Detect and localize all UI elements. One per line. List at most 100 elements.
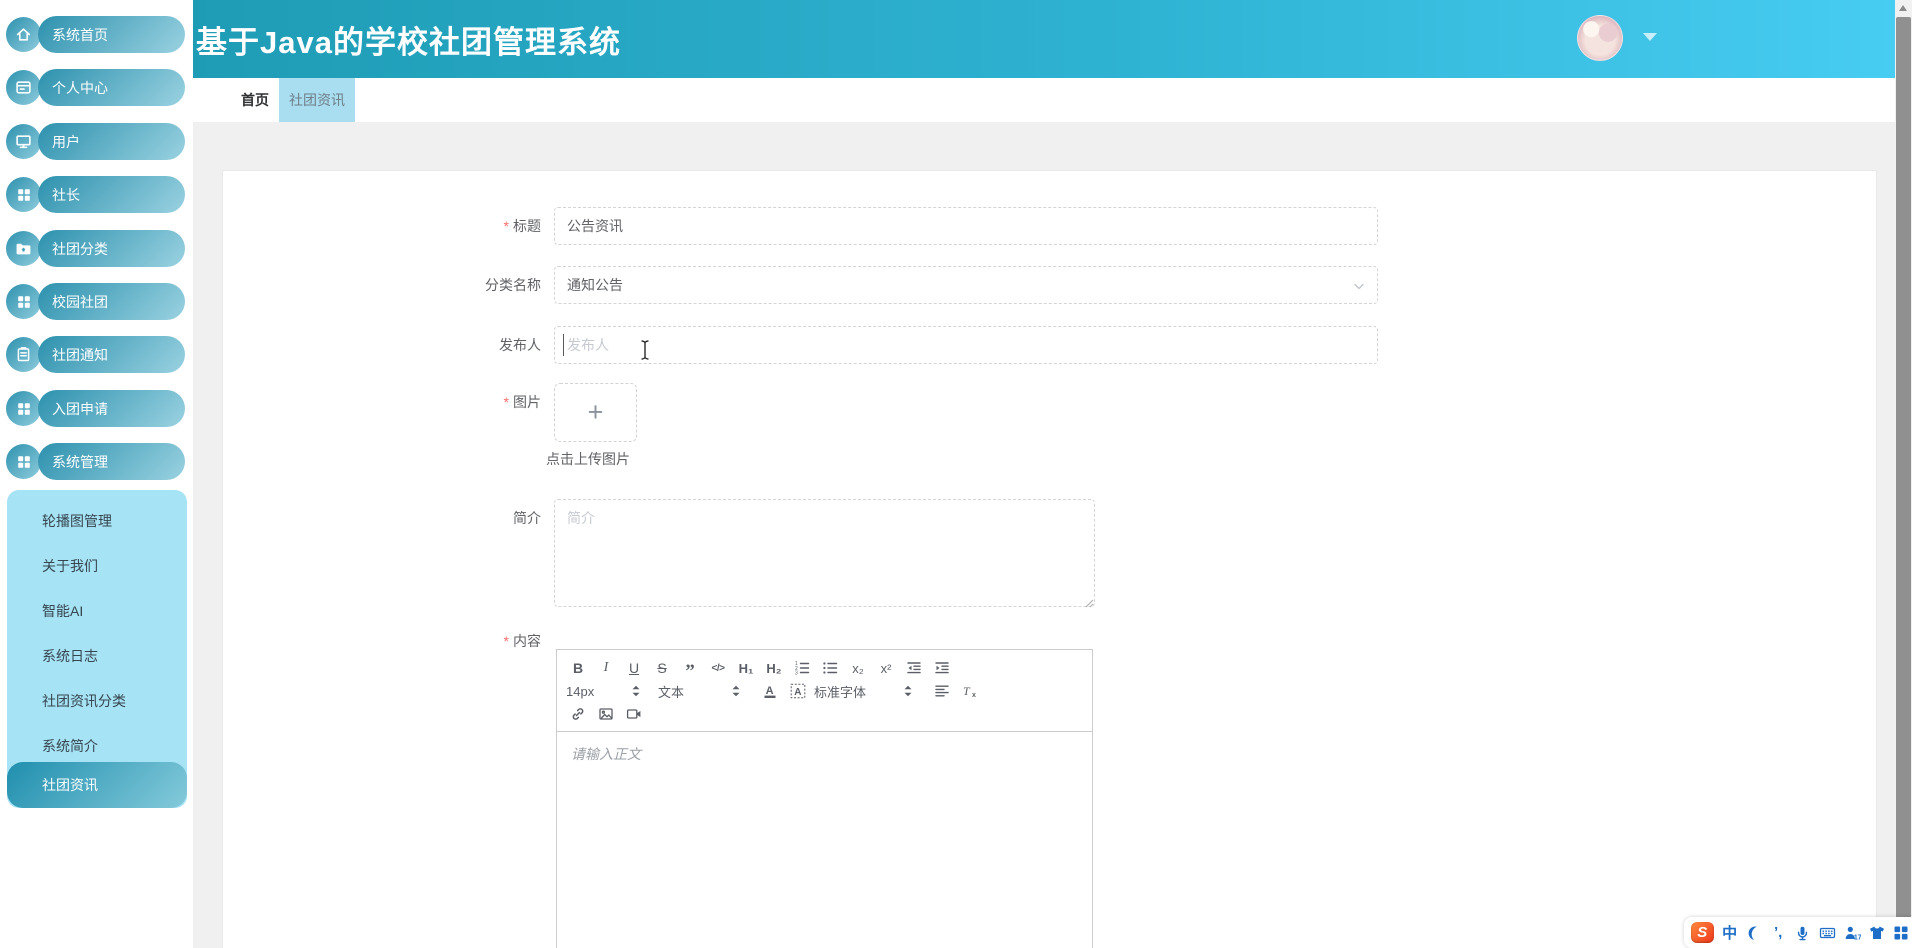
- publisher-input[interactable]: [554, 326, 1378, 364]
- submenu-item-ai[interactable]: 智能AI: [7, 596, 187, 626]
- sidebar-item-campus-club[interactable]: 校园社团: [0, 283, 193, 320]
- title-input[interactable]: [554, 207, 1378, 245]
- chevron-down-icon: [1351, 278, 1367, 294]
- colorA-icon: A: [762, 683, 778, 699]
- underline-button[interactable]: U: [622, 658, 646, 678]
- clearfmt-icon: Tx: [961, 683, 979, 699]
- punctuation-button[interactable]: ’,: [1770, 923, 1786, 943]
- sidebar-item-category[interactable]: 社团分类: [0, 230, 193, 267]
- align-button[interactable]: [930, 681, 954, 701]
- tab-club-news[interactable]: 社团资讯: [279, 78, 355, 122]
- home-icon: [6, 17, 41, 52]
- sidebar-item-label: 个人中心: [52, 79, 108, 96]
- strike-button[interactable]: S: [650, 658, 674, 678]
- ordered-list-button[interactable]: 123: [790, 658, 814, 678]
- submenu-item-banner[interactable]: 轮播图管理: [7, 506, 187, 536]
- publisher-label: 发布人: [499, 337, 541, 353]
- plus-icon: +: [587, 397, 604, 427]
- superscript-button[interactable]: x²: [874, 658, 898, 678]
- scrollbar-thumb[interactable]: [1896, 17, 1911, 931]
- voice-input-icon[interactable]: [1794, 923, 1810, 943]
- submenu-item-system-intro[interactable]: 系统简介: [7, 731, 187, 761]
- grid-icon: [6, 284, 41, 319]
- night-mode-icon[interactable]: [1746, 923, 1762, 943]
- heading-select[interactable]: 文本: [658, 681, 742, 701]
- submenu-item-club-news-selected[interactable]: 社团资讯: [7, 762, 187, 808]
- toolbox-icon[interactable]: [1893, 923, 1909, 943]
- header1-button-label: H₁: [738, 660, 754, 676]
- size-select[interactable]: 14px: [566, 681, 642, 701]
- sidebar-pill: 社长: [38, 176, 185, 213]
- scroll-up-arrow-icon[interactable]: [1899, 5, 1907, 11]
- clear-format-button[interactable]: Tx: [958, 681, 982, 701]
- sidebar-item-notice[interactable]: 社团通知: [0, 336, 193, 373]
- outdent-icon: [906, 660, 922, 676]
- italic-button-label: I: [603, 660, 609, 675]
- sidebar-item-user[interactable]: 用户: [0, 123, 193, 160]
- sidebar-item-label: 系统首页: [52, 26, 108, 43]
- header2-button[interactable]: H₂: [762, 658, 786, 678]
- editor-body[interactable]: 请输入正文: [557, 732, 1092, 776]
- image-upload-button[interactable]: +: [554, 383, 637, 442]
- subscript-button[interactable]: x₂: [846, 658, 870, 678]
- rich-text-editor: B I U S ” </> H₁ H₂ 1 2 3 x₂ x² 14px 文本 A A 标准字体 Tx 请输入正文: [556, 649, 1093, 948]
- chinese-mode-button[interactable]: 中: [1722, 923, 1738, 943]
- updown-icon: [630, 684, 642, 698]
- font-select[interactable]: 标准字体: [814, 681, 914, 701]
- user-avatar[interactable]: [1577, 15, 1623, 61]
- sidebar-item-home[interactable]: 系统首页: [0, 16, 193, 53]
- submenu-item-news-category[interactable]: 社团资讯分类: [7, 686, 187, 716]
- sidebar-pill: 社团通知: [38, 336, 185, 373]
- chevron-down-icon[interactable]: [1643, 33, 1657, 41]
- intro-textarea[interactable]: [554, 499, 1095, 607]
- sidebar-item-system[interactable]: 系统管理: [0, 443, 193, 480]
- outdent-button[interactable]: [902, 658, 926, 678]
- background-color-button[interactable]: A: [786, 681, 810, 701]
- image-button[interactable]: [594, 704, 618, 724]
- category-select[interactable]: 通知公告: [554, 266, 1378, 304]
- link-icon: [570, 706, 586, 722]
- sidebar-pill: 用户: [38, 123, 185, 160]
- bullet-list-button[interactable]: [818, 658, 842, 678]
- bold-button[interactable]: B: [566, 658, 590, 678]
- sidebar-item-label: 社团分类: [52, 240, 108, 257]
- tab-home[interactable]: 首页: [231, 78, 279, 122]
- grid-icon: [6, 391, 41, 426]
- svg-text:A: A: [794, 687, 801, 698]
- blockquote-button[interactable]: ”: [678, 654, 702, 682]
- svg-text:A: A: [766, 685, 774, 697]
- soft-keyboard-icon[interactable]: [1819, 923, 1836, 943]
- blockquote-button-label: ”: [685, 661, 695, 682]
- editor-toolbar-row2: 14px 文本 A A 标准字体 Tx: [566, 680, 1083, 702]
- required-marker: *: [503, 218, 509, 234]
- app-root: 系统首页个人中心用户社长社团分类校园社团社团通知入团申请系统管理 轮播图管理关于…: [0, 0, 1912, 948]
- page-scrollbar[interactable]: [1895, 0, 1912, 948]
- sidebar-item-label: 系统管理: [52, 453, 108, 470]
- account-icon[interactable]: 17: [1844, 923, 1861, 943]
- submenu-item-about[interactable]: 关于我们: [7, 551, 187, 581]
- sidebar-item-profile[interactable]: 个人中心: [0, 69, 193, 106]
- submenu-item-log[interactable]: 系统日志: [7, 641, 187, 671]
- indent-button[interactable]: [930, 658, 954, 678]
- code-block-button[interactable]: </>: [706, 658, 730, 678]
- clipboard-icon: [6, 337, 41, 372]
- sidebar-pill: 入团申请: [38, 390, 185, 427]
- sogou-logo[interactable]: S: [1691, 922, 1714, 943]
- content-label: * 内容: [503, 633, 541, 649]
- category-value: 通知公告: [567, 277, 623, 293]
- sidebar-pill: 系统管理: [38, 443, 185, 480]
- header1-button[interactable]: H₁: [734, 658, 758, 678]
- title-label: * 标题: [503, 218, 541, 234]
- font-select-label: 标准字体: [814, 684, 867, 700]
- video-button[interactable]: [622, 704, 646, 724]
- italic-button[interactable]: I: [594, 658, 618, 678]
- sidebar-item-president[interactable]: 社长: [0, 176, 193, 213]
- subscript-button-label: x₂: [852, 660, 864, 676]
- resize-handle-icon[interactable]: [1083, 595, 1094, 613]
- text-color-button[interactable]: A: [758, 681, 782, 701]
- updown-icon: [730, 684, 742, 698]
- id-card-icon: [6, 70, 41, 105]
- skin-icon[interactable]: [1869, 923, 1885, 943]
- sidebar-item-apply[interactable]: 入团申请: [0, 390, 193, 427]
- link-button[interactable]: [566, 704, 590, 724]
